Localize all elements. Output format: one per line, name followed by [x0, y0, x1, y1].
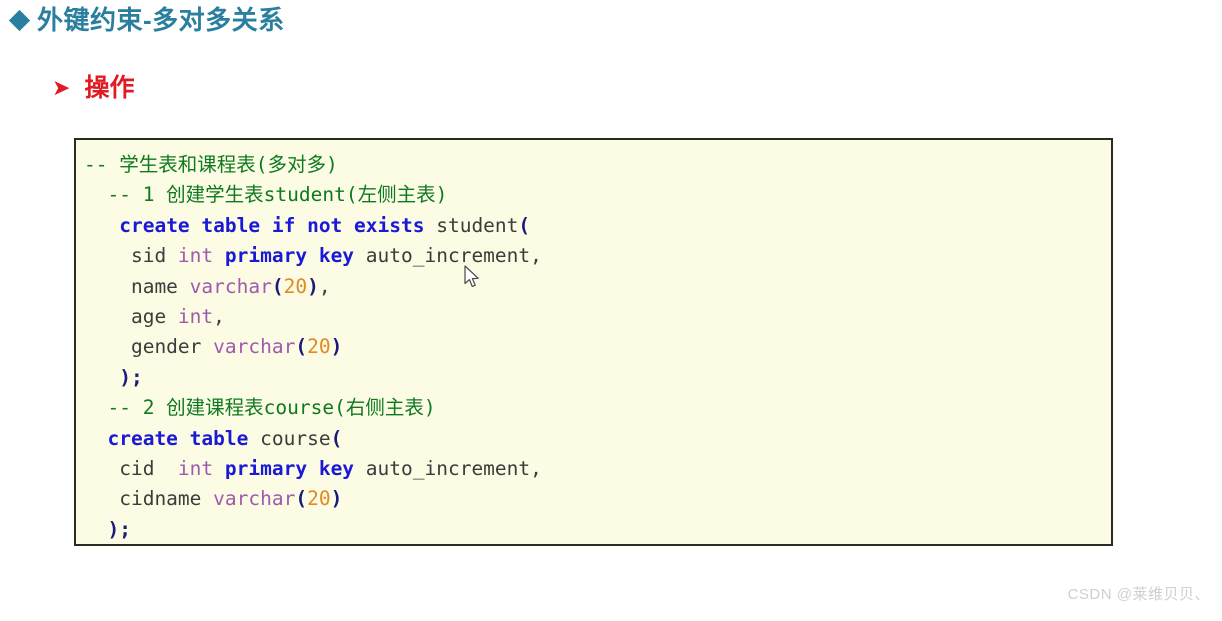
- code-token-kw: primary key: [224, 244, 355, 268]
- code-line: create table course(: [84, 424, 1111, 454]
- code-token-plain: ,: [213, 304, 225, 328]
- code-line: );: [84, 515, 1111, 544]
- code-token-comment: -- 2 创建课程表course(右侧主表): [107, 396, 436, 420]
- code-line: -- 1 创建学生表student(左侧主表): [84, 180, 1111, 210]
- code-token-type: varchar: [213, 487, 296, 511]
- code-token-num: 20: [307, 487, 331, 511]
- code-line: -- 学生表和课程表(多对多): [84, 150, 1111, 180]
- code-token-plain: sid: [84, 244, 178, 268]
- code-token-plain: ,: [318, 274, 331, 298]
- code-block: -- 学生表和课程表(多对多) -- 1 创建学生表student(左侧主表) …: [74, 138, 1113, 546]
- code-token-plain: age: [84, 304, 178, 328]
- code-line: );: [84, 363, 1111, 393]
- code-line: name varchar(20),: [84, 272, 1111, 302]
- code-line: gender varchar(20): [84, 332, 1111, 362]
- code-token-type: varchar: [189, 274, 272, 298]
- page-title-text: 外键约束-多对多关系: [37, 5, 285, 35]
- code-token-plain: cidname: [84, 487, 214, 511]
- code-line: create table if not exists student(: [84, 211, 1111, 241]
- code-token-plain: student: [424, 213, 519, 237]
- code-lines: -- 学生表和课程表(多对多) -- 1 创建学生表student(左侧主表) …: [84, 150, 1111, 544]
- code-token-num: 20: [283, 274, 308, 298]
- code-token-punct: );: [107, 517, 131, 541]
- code-token-punct: (: [295, 335, 308, 359]
- code-token-punct: ): [330, 487, 343, 511]
- code-token-punct: (: [330, 426, 343, 450]
- arrow-bullet-icon: ➤: [52, 75, 71, 101]
- code-token-comment: -- 1 创建学生表student(左侧主表): [107, 183, 448, 207]
- code-token-kw: primary key: [224, 456, 355, 480]
- diamond-bullet-icon: [8, 9, 31, 31]
- code-token-plain: auto_increment,: [354, 244, 542, 268]
- code-token-type: varchar: [213, 335, 296, 359]
- code-token-type: int: [177, 244, 214, 268]
- code-token-punct: (: [518, 213, 531, 237]
- code-line: cid int primary key auto_increment,: [84, 454, 1111, 484]
- code-token-punct: (: [271, 274, 284, 298]
- code-line: sid int primary key auto_increment,: [84, 241, 1111, 271]
- section-heading: ➤ 操作: [52, 74, 135, 103]
- code-line: age int,: [84, 302, 1111, 332]
- code-token-plain: course: [248, 426, 331, 450]
- watermark: CSDN @莱维贝贝、: [1067, 586, 1210, 603]
- code-line: -- 2 创建课程表course(右侧主表): [84, 393, 1111, 423]
- code-token-plain: cid: [84, 456, 178, 480]
- code-line: cidname varchar(20): [84, 484, 1111, 514]
- code-token-kw: create table if not exists: [119, 213, 425, 237]
- code-token-punct: ): [330, 335, 343, 359]
- page-title: 外键约束-多对多关系: [8, 5, 285, 35]
- code-token-comment: -- 学生表和课程表(多对多): [84, 153, 338, 176]
- code-token-kw: create table: [107, 426, 249, 450]
- code-token-punct: (: [295, 487, 308, 511]
- code-token-type: int: [177, 456, 214, 480]
- code-token-plain: auto_increment,: [354, 456, 542, 480]
- code-token-num: 20: [307, 335, 331, 359]
- code-token-punct: );: [119, 365, 143, 389]
- section-heading-text: 操作: [84, 74, 135, 102]
- code-token-punct: ): [307, 274, 319, 298]
- code-token-plain: gender: [84, 335, 214, 359]
- code-token-plain: name: [84, 274, 190, 298]
- code-token-type: int: [177, 304, 214, 328]
